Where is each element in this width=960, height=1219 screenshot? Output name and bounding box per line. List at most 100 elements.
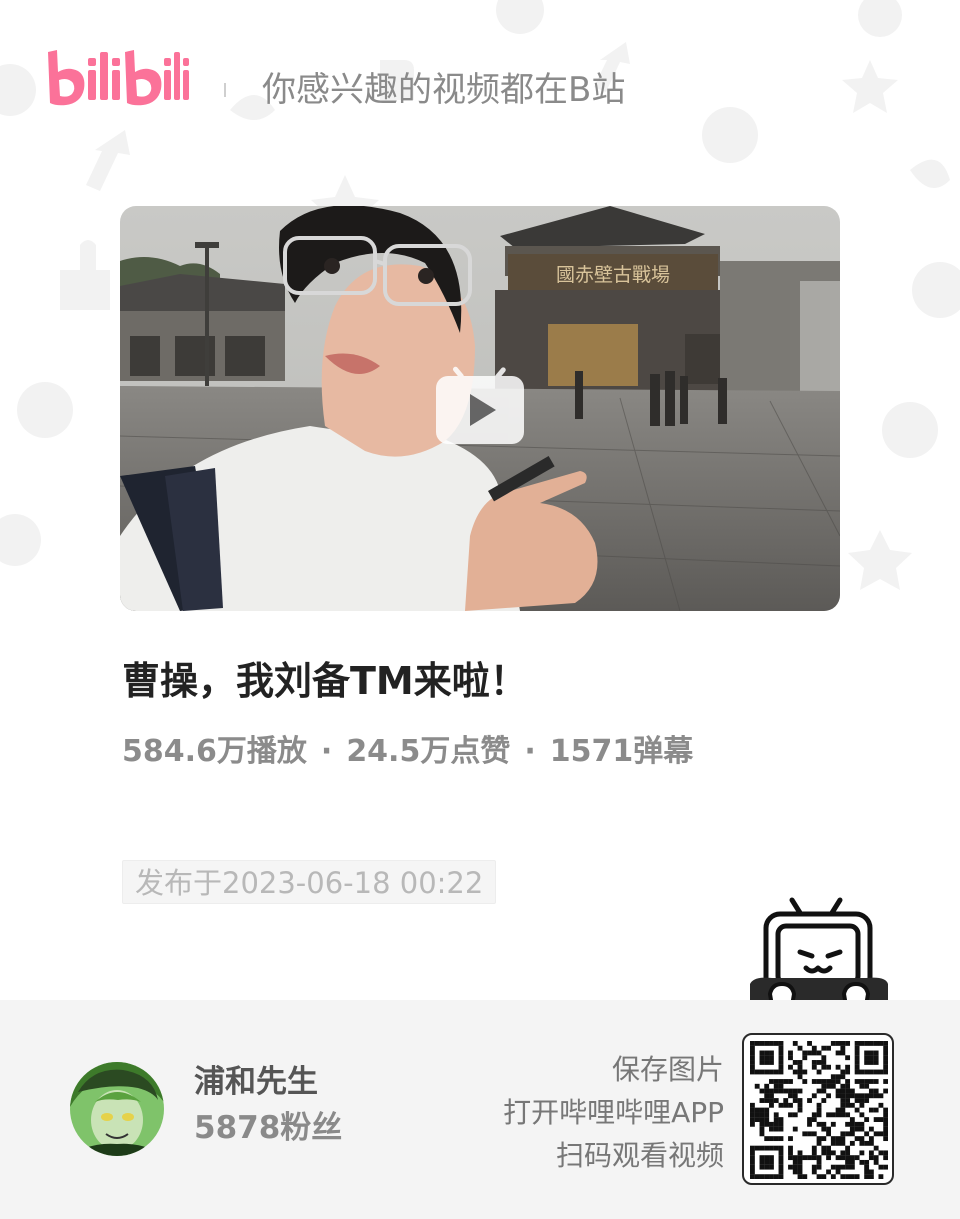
qr-module xyxy=(845,1131,851,1137)
qr-module xyxy=(854,1107,860,1113)
qr-module xyxy=(792,1093,798,1099)
qr-module xyxy=(840,1140,846,1146)
qr-module xyxy=(826,1150,831,1156)
qr-module xyxy=(840,1088,846,1094)
qr-module xyxy=(759,1069,765,1075)
tv-mascot-icon xyxy=(750,897,888,1008)
qr-module xyxy=(764,1093,770,1099)
qr-module xyxy=(849,1121,855,1127)
qr-module xyxy=(750,1041,755,1046)
qr-module xyxy=(792,1069,798,1075)
qr-module xyxy=(854,1045,860,1051)
uploader-name[interactable]: 浦和先生 xyxy=(194,1062,318,1102)
qr-module xyxy=(864,1060,870,1065)
qr-module xyxy=(797,1107,803,1113)
qr-module xyxy=(845,1155,851,1161)
qr-module xyxy=(764,1107,770,1113)
qr-module xyxy=(778,1064,784,1070)
qr-module xyxy=(778,1121,784,1127)
qr-module xyxy=(821,1045,827,1051)
qr-module xyxy=(883,1045,888,1051)
qr-module xyxy=(883,1055,888,1061)
qr-module xyxy=(859,1150,865,1156)
qr-module xyxy=(873,1041,879,1046)
qr-module xyxy=(754,1041,760,1046)
qr-module xyxy=(840,1155,846,1161)
qr-code[interactable] xyxy=(742,1033,894,1185)
qr-module xyxy=(845,1174,851,1179)
qr-module xyxy=(878,1150,884,1156)
qr-module xyxy=(811,1150,817,1156)
qr-module xyxy=(778,1136,784,1142)
qr-module xyxy=(878,1131,884,1137)
qr-module xyxy=(826,1126,831,1132)
qr-module xyxy=(835,1112,841,1118)
qr-module xyxy=(845,1069,851,1075)
qr-module xyxy=(821,1136,827,1142)
qr-module xyxy=(835,1079,841,1084)
qr-module xyxy=(854,1079,860,1084)
qr-module xyxy=(754,1145,760,1151)
qr-module xyxy=(764,1117,770,1122)
qr-module xyxy=(883,1088,888,1094)
qr-module xyxy=(750,1121,755,1127)
qr-module xyxy=(854,1050,860,1056)
qr-module xyxy=(868,1079,874,1084)
qr-module xyxy=(764,1055,770,1061)
bilibili-logo[interactable] xyxy=(44,46,189,114)
qr-module xyxy=(845,1164,851,1170)
qr-module xyxy=(816,1121,822,1127)
qr-module xyxy=(797,1064,803,1070)
qr-module xyxy=(773,1145,779,1151)
qr-module xyxy=(830,1112,836,1118)
qr-module xyxy=(826,1045,831,1051)
qr-module xyxy=(778,1041,784,1046)
qr-module xyxy=(845,1121,851,1127)
qr-module xyxy=(854,1069,860,1075)
play-icon[interactable] xyxy=(436,364,524,446)
call-to-action: 保存图片 打开哔哩哔哩APP 扫码观看视频 xyxy=(503,1048,724,1177)
qr-module xyxy=(797,1088,803,1094)
qr-module xyxy=(873,1088,879,1094)
qr-module xyxy=(873,1117,879,1122)
qr-module xyxy=(750,1159,755,1165)
qr-module xyxy=(769,1060,774,1065)
qr-module xyxy=(816,1102,822,1108)
qr-module xyxy=(764,1145,770,1151)
qr-module xyxy=(873,1145,879,1151)
qr-module xyxy=(868,1140,874,1146)
qr-module xyxy=(750,1060,755,1065)
qr-module xyxy=(759,1060,765,1065)
qr-module xyxy=(764,1112,770,1118)
qr-module xyxy=(788,1150,793,1156)
cta-line-save: 保存图片 xyxy=(611,1053,724,1086)
qr-module xyxy=(849,1088,855,1094)
qr-module xyxy=(797,1164,803,1170)
qr-module xyxy=(778,1069,784,1075)
qr-module xyxy=(864,1174,870,1179)
qr-module xyxy=(835,1136,841,1142)
qr-module xyxy=(807,1098,812,1103)
qr-module xyxy=(859,1093,865,1099)
qr-module xyxy=(859,1098,865,1103)
qr-module xyxy=(873,1060,879,1065)
qr-module xyxy=(816,1112,822,1118)
qr-module xyxy=(840,1093,846,1099)
qr-module xyxy=(773,1069,779,1075)
qr-module xyxy=(883,1064,888,1070)
qr-module xyxy=(883,1050,888,1056)
qr-module xyxy=(816,1107,822,1113)
thumbnail-sign-text: 國赤壁古戰場 xyxy=(556,264,670,286)
qr-module xyxy=(816,1155,822,1161)
qr-module xyxy=(845,1102,851,1108)
qr-module xyxy=(759,1098,765,1103)
qr-module xyxy=(788,1088,793,1094)
qr-module xyxy=(854,1060,860,1065)
qr-module xyxy=(778,1174,784,1179)
qr-module xyxy=(807,1117,812,1122)
qr-module xyxy=(778,1155,784,1161)
avatar[interactable] xyxy=(70,1062,164,1156)
qr-module xyxy=(769,1055,774,1061)
qr-module xyxy=(873,1131,879,1137)
qr-module xyxy=(764,1083,770,1089)
